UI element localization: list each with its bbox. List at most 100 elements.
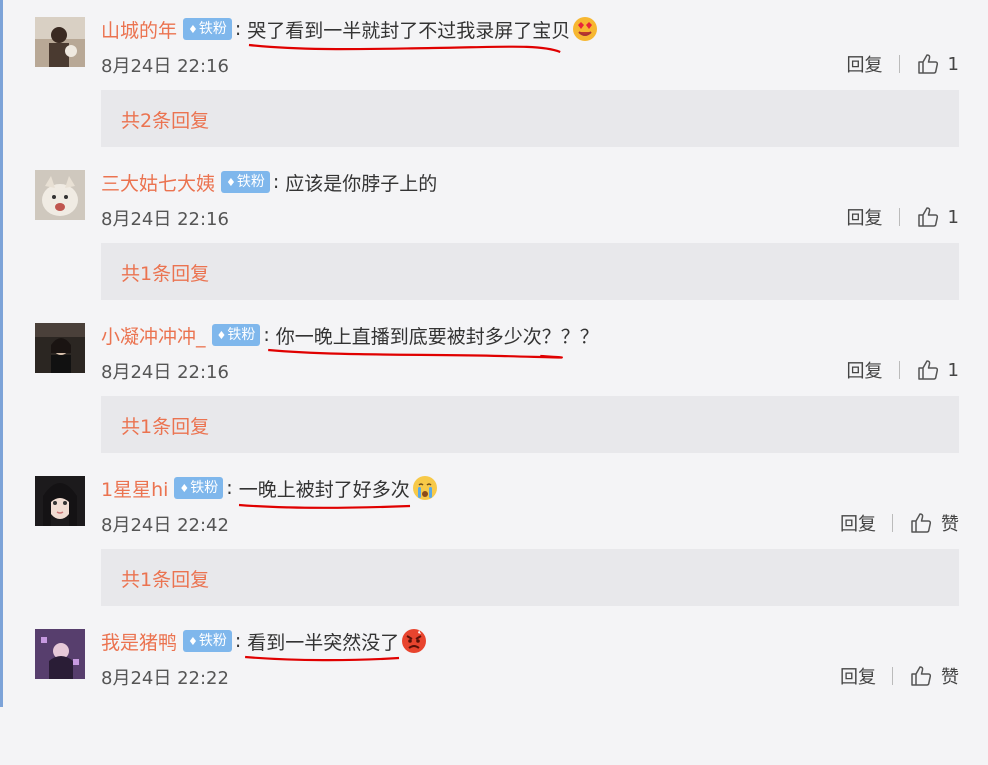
thumbs-up-icon [911,666,932,686]
red-underline-annotation [238,503,410,509]
comment-text-content: 看到一半突然没了 [247,631,400,654]
action-divider [898,208,900,226]
fan-badge-label: 铁粉 [198,633,227,649]
fan-badge-icon: ♦ [188,23,198,36]
comment-time: 8月24日 22:16 [101,56,229,77]
avatar[interactable] [35,17,85,67]
comment-header: 三大姑七大姨 ♦铁粉 : 应该是你脖子上的 [101,165,437,199]
like-label: 赞 [941,667,959,688]
crying-emoji-icon [412,475,438,501]
comment-text-content: 哭了看到一半就封了不过我录屏了宝贝 [247,19,571,42]
fan-badge[interactable]: ♦铁粉 [174,477,224,499]
comment-time: 8月24日 22:16 [101,209,229,230]
comment-actions: 回复 1 [847,203,959,231]
username[interactable]: 山城的年 [101,16,177,43]
fan-badge-label: 铁粉 [227,327,256,343]
fan-badge[interactable]: ♦铁粉 [211,324,261,346]
fan-badge-label: 铁粉 [190,480,219,496]
like-button[interactable]: 1 [916,205,959,229]
fan-badge-icon: ♦ [179,482,190,495]
replies-box: 共1条回复 [101,549,959,606]
red-underline-annotation [267,348,563,359]
view-replies-link[interactable]: 共1条回复 [121,565,209,592]
reply-button[interactable]: 回复 [847,51,883,77]
thumbs-up-icon [917,207,938,227]
username[interactable]: 三大姑七大姨 [101,169,215,196]
view-replies-link[interactable]: 共1条回复 [121,259,209,286]
comment-actions: 回复 赞 [840,662,959,690]
action-divider [898,55,900,73]
comment-item: 三大姑七大姨 ♦铁粉 : 应该是你脖子上的 8月24日 22:16 回复 1 共… [0,153,988,306]
view-replies-link[interactable]: 共1条回复 [121,412,209,439]
reply-button[interactable]: 回复 [847,357,883,383]
like-count: 1 [947,53,959,75]
action-divider [898,361,900,379]
like-button[interactable]: 1 [916,52,959,76]
thumbs-up-icon [917,54,938,74]
comment-text-content: 你一晚上直播到底要被封多少次？？？ [275,325,599,348]
fan-badge-icon: ♦ [216,329,227,342]
thumbs-up-icon [917,360,938,380]
comment-item: 我是猪鸭 ♦铁粉 : 看到一半突然没了 8月24日 22:22 回复 赞 [0,612,988,765]
colon-separator: : [234,18,242,40]
thumbs-up-icon [911,513,932,533]
colon-separator: : [226,477,233,499]
like-button[interactable]: 赞 [909,663,959,689]
avatar[interactable] [35,476,85,526]
comment-item: 1星星hi ♦铁粉 : 一晚上被封了好多次 8月24日 22:42 回复 赞 共… [0,459,988,612]
reply-button[interactable]: 回复 [847,204,883,230]
fan-badge[interactable]: ♦铁粉 [183,630,232,652]
comment-text-content: 应该是你脖子上的 [285,172,438,195]
fan-badge-icon: ♦ [188,635,198,648]
comment-item: 山城的年 ♦铁粉 : 哭了看到一半就封了不过我录屏了宝贝 8月24日 22:16… [0,0,988,153]
comment-time: 8月24日 22:16 [101,362,229,383]
colon-separator: : [234,630,242,652]
username[interactable]: 小凝冲冲冲_ [101,322,206,349]
avatar[interactable] [35,629,85,679]
replies-box: 共2条回复 [101,90,959,147]
replies-box: 共1条回复 [101,396,959,453]
heart-eyes-emoji-icon [572,16,598,42]
action-divider [892,667,893,685]
comment-item: 小凝冲冲冲_ ♦铁粉 : 你一晚上直播到底要被封多少次？？？ 8月24日 22:… [0,306,988,459]
comment-text: 一晚上被封了好多次 [238,475,410,509]
red-underline-annotation [249,43,561,53]
colon-separator: : [272,171,280,193]
avatar[interactable] [35,323,85,373]
comment-text-content: 一晚上被封了好多次 [238,478,410,501]
username[interactable]: 1星星hi [101,475,168,502]
like-button[interactable]: 赞 [909,510,959,536]
avatar[interactable] [35,170,85,220]
fan-badge-label: 铁粉 [236,174,265,190]
comment-header: 我是猪鸭 ♦铁粉 : 看到一半突然没了 [101,624,427,661]
comment-header: 小凝冲冲冲_ ♦铁粉 : 你一晚上直播到底要被封多少次？？？ [101,318,599,359]
angry-emoji-icon [401,628,427,654]
colon-separator: : [263,324,270,346]
comment-header: 山城的年 ♦铁粉 : 哭了看到一半就封了不过我录屏了宝贝 [101,12,598,53]
action-divider [892,514,893,532]
reply-button[interactable]: 回复 [840,663,876,689]
fan-badge[interactable]: ♦铁粉 [183,18,232,40]
reply-button[interactable]: 回复 [840,510,876,536]
view-replies-link[interactable]: 共2条回复 [121,106,209,133]
like-label: 赞 [941,514,959,535]
comment-header: 1星星hi ♦铁粉 : 一晚上被封了好多次 [101,471,438,509]
comment-text: 哭了看到一半就封了不过我录屏了宝贝 [247,16,571,53]
username[interactable]: 我是猪鸭 [101,628,177,655]
like-button[interactable]: 1 [916,358,959,382]
like-count: 1 [947,359,959,381]
comment-actions: 回复 1 [847,356,959,384]
red-underline-annotation [245,655,400,661]
comment-time: 8月24日 22:42 [101,515,229,536]
fan-badge-icon: ♦ [226,176,236,189]
fan-badge-label: 铁粉 [198,21,227,37]
like-count: 1 [947,206,959,228]
fan-badge[interactable]: ♦铁粉 [221,171,270,193]
comment-actions: 回复 赞 [840,509,959,537]
comment-text: 看到一半突然没了 [245,628,400,661]
replies-box: 共1条回复 [101,243,959,300]
comment-time: 8月24日 22:22 [101,668,229,689]
comment-text: 你一晚上直播到底要被封多少次？？？ [267,322,599,359]
comment-actions: 回复 1 [847,50,959,78]
comment-text: 应该是你脖子上的 [285,169,437,196]
